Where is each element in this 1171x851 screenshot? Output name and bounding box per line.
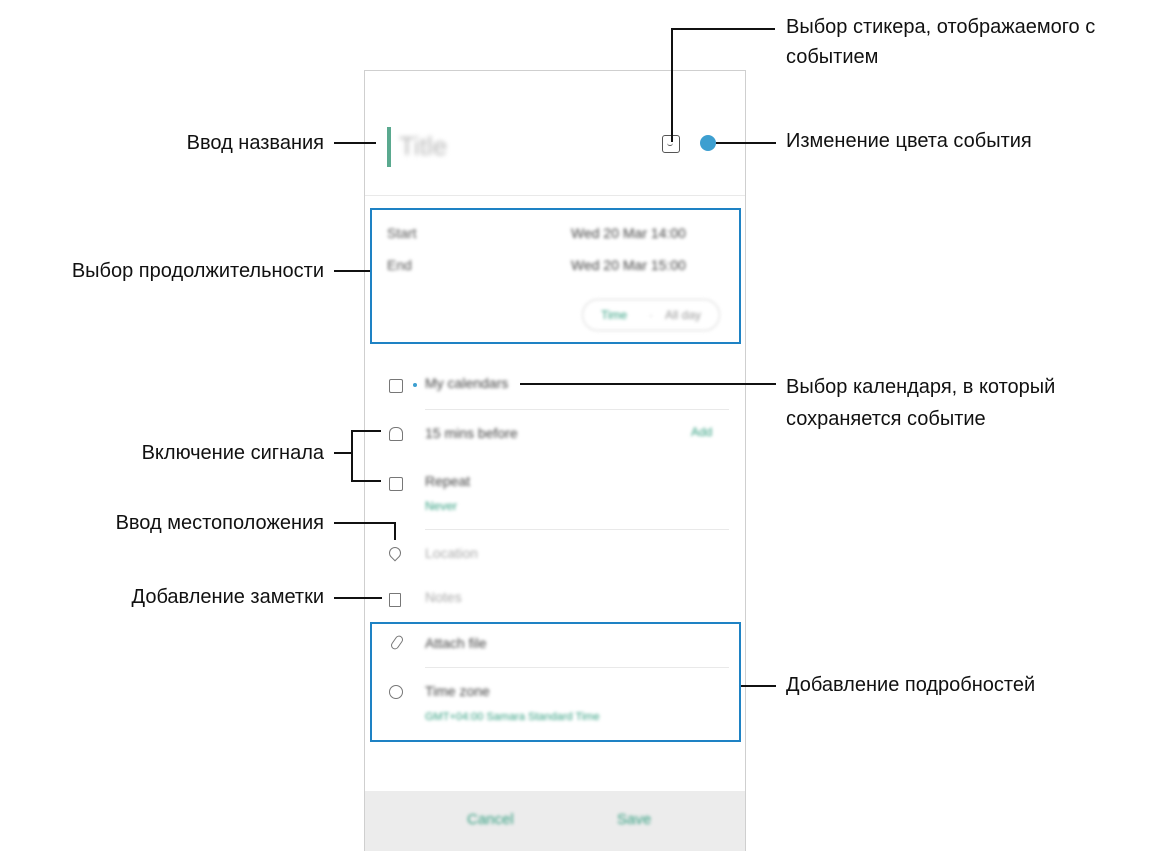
divider (425, 409, 729, 410)
leader-line (334, 452, 352, 454)
calendar-icon (389, 379, 403, 393)
callout-sticker-line1: Выбор стикера, отображаемого с (786, 16, 1096, 38)
calendar-selector[interactable]: My calendars (425, 375, 508, 391)
callout-color: Изменение цвета события (786, 130, 1032, 152)
event-color-button[interactable] (700, 135, 716, 151)
repeat-label[interactable]: Repeat (425, 473, 470, 489)
leader-line (334, 522, 396, 524)
callout-alarm: Включение сигнала (141, 442, 324, 464)
leader-line (334, 270, 370, 272)
callout-calendar-line2: сохраняется событие (786, 408, 986, 430)
callout-calendar-line1: Выбор календаря, в который (786, 376, 1056, 398)
divider (365, 195, 745, 196)
add-alarm-button[interactable]: Add (691, 425, 712, 439)
notes-input[interactable]: Notes (425, 589, 462, 605)
leader-line (671, 28, 775, 30)
title-text-cursor (387, 127, 391, 167)
leader-line (351, 480, 381, 482)
leader-line (394, 522, 396, 540)
callout-title: Ввод названия (186, 132, 324, 154)
leader-line (741, 685, 776, 687)
leader-line (334, 142, 376, 144)
bell-icon (389, 427, 403, 441)
alarm-value[interactable]: 15 mins before (425, 425, 518, 441)
repeat-icon (389, 477, 403, 491)
leader-line (716, 142, 776, 144)
bottom-action-bar: Cancel Save (365, 791, 745, 851)
leader-line (351, 430, 381, 432)
location-pin-icon (386, 544, 404, 562)
leader-line (671, 28, 673, 142)
details-highlight (370, 622, 741, 742)
callout-notes: Добавление заметки (131, 586, 324, 608)
location-input[interactable]: Location (425, 545, 478, 561)
callout-location: Ввод местоположения (115, 512, 324, 534)
leader-line (351, 430, 353, 482)
calendar-color-dot (413, 383, 417, 387)
cancel-button[interactable]: Cancel (467, 811, 514, 828)
leader-line (334, 597, 382, 599)
duration-highlight (370, 208, 741, 344)
callout-details: Добавление подробностей (786, 674, 1036, 696)
leader-line (520, 383, 776, 385)
notes-icon (389, 593, 401, 607)
callout-sticker-line2: событием (786, 46, 879, 68)
title-input[interactable]: Title (399, 131, 447, 162)
divider (425, 529, 729, 530)
callout-duration: Выбор продолжительности (71, 260, 324, 282)
save-button[interactable]: Save (617, 811, 651, 828)
repeat-value: Never (425, 499, 458, 513)
